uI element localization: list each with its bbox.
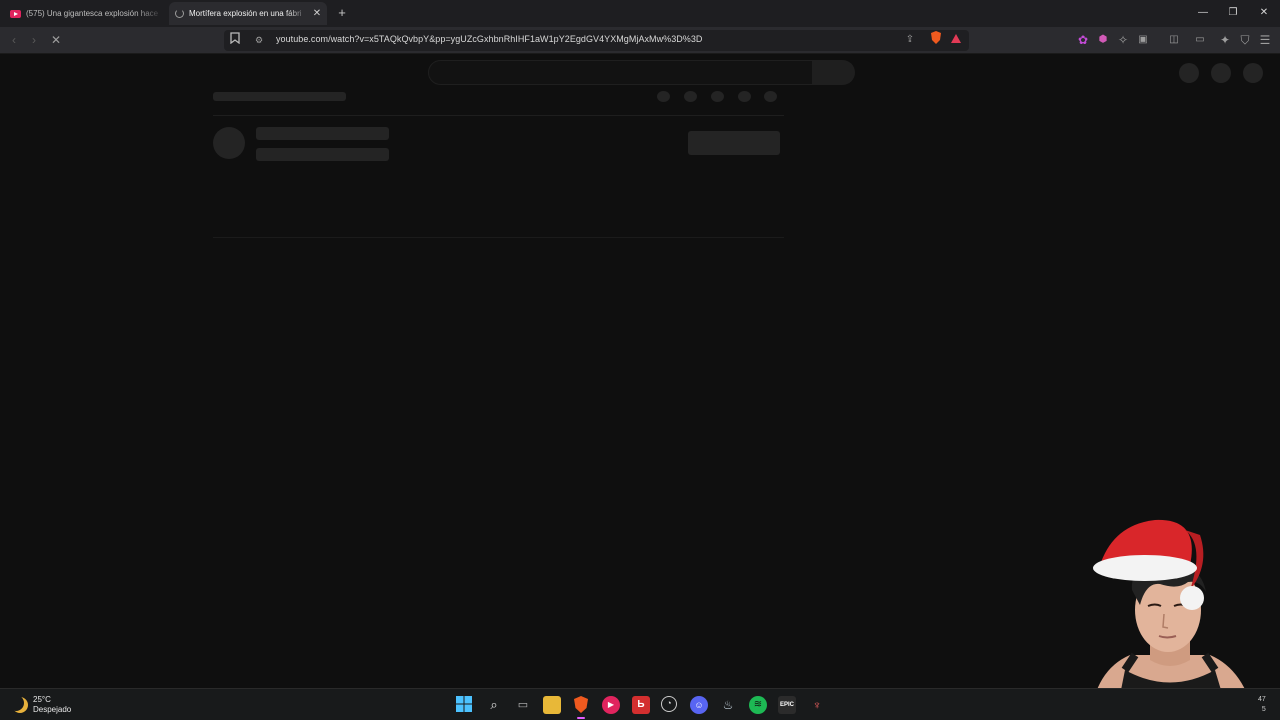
file-explorer-icon[interactable]	[543, 696, 561, 714]
tab-bar: (575) Una gigantesca explosión hace Mort…	[0, 0, 1280, 27]
app-red-icon[interactable]: Ь	[632, 696, 650, 714]
search-icon[interactable]: ⌕	[485, 696, 503, 714]
brave-browser-icon[interactable]	[572, 696, 590, 719]
clock-app-icon[interactable]: ◔	[661, 696, 677, 712]
close-window-button[interactable]: ✕	[1254, 4, 1274, 22]
clock-partial: 47 5	[1258, 696, 1266, 713]
search-placeholder	[428, 60, 813, 85]
downloads-icon[interactable]: ▣	[1134, 31, 1152, 49]
windows-start-icon[interactable]	[455, 696, 473, 714]
forward-icon[interactable]: ›	[25, 31, 43, 49]
brave-rewards-icon[interactable]	[947, 31, 965, 49]
close-tab-icon[interactable]: ✕	[310, 8, 324, 19]
notifications-icon[interactable]: ▭	[1191, 31, 1209, 49]
action-placeholder	[657, 91, 670, 102]
back-icon[interactable]: ‹	[5, 31, 23, 49]
restore-button[interactable]: ❐	[1223, 4, 1243, 22]
steam-icon[interactable]: ♨	[719, 696, 737, 714]
site-info-icon[interactable]: ⚙	[250, 31, 268, 49]
weather-temp: 25°C	[33, 695, 51, 704]
channel-name-placeholder	[256, 127, 389, 140]
moon-icon	[12, 697, 28, 713]
stop-loading-icon[interactable]: ✕	[47, 31, 65, 49]
divider	[213, 115, 784, 116]
loading-spinner-icon	[175, 9, 184, 18]
taskbar: 25°C Despejado ⌕ ▭ ▶ Ь ◔ ☺ ♨ ≋ EPIC ♆ 47…	[0, 688, 1280, 720]
video-title-placeholder	[213, 92, 346, 101]
action-placeholder	[684, 91, 697, 102]
puzzle-icon[interactable]: ✧	[1114, 31, 1132, 49]
share-icon[interactable]: ⇪	[901, 31, 919, 49]
minimize-button[interactable]: —	[1193, 4, 1213, 22]
browser-toolbar: ‹ › ✕ ⚙ youtube.com/watch?v=x5TAQkQvbpY&…	[0, 27, 1280, 54]
youtube-icon	[10, 9, 21, 18]
action-placeholder	[711, 91, 724, 102]
tab-title: (575) Una gigantesca explosión hace	[26, 9, 159, 18]
bookmark-icon[interactable]	[226, 31, 244, 49]
extension-icon[interactable]: ✿	[1074, 31, 1092, 49]
header-icon-placeholder	[1211, 63, 1231, 83]
channel-subs-placeholder	[256, 148, 389, 161]
brave-shields-icon[interactable]	[927, 31, 945, 49]
media-player-icon[interactable]: ▶	[602, 696, 620, 714]
game-app-icon[interactable]: ♆	[808, 696, 826, 714]
task-view-icon[interactable]: ▭	[514, 696, 532, 714]
leo-icon[interactable]: ✦	[1216, 31, 1234, 49]
spotify-icon[interactable]: ≋	[749, 696, 767, 714]
epic-games-icon[interactable]: EPIC	[778, 696, 796, 714]
weather-condition: Despejado	[33, 705, 72, 714]
wallet-icon[interactable]: ⬢	[1094, 31, 1112, 49]
sidebar-icon[interactable]: ◫	[1165, 31, 1183, 49]
tab-youtube[interactable]: (575) Una gigantesca explosión hace	[4, 2, 164, 25]
vpn-icon[interactable]: ⛉	[1236, 31, 1254, 49]
header-icon-placeholder	[1179, 63, 1199, 83]
avatar-placeholder	[1243, 63, 1263, 83]
action-placeholder	[764, 91, 777, 102]
channel-avatar-placeholder	[213, 127, 245, 159]
action-placeholder	[738, 91, 751, 102]
discord-icon[interactable]: ☺	[690, 696, 708, 714]
menu-icon[interactable]: ☰	[1256, 31, 1274, 49]
tab-title: Mortífera explosión en una fábri	[189, 9, 302, 18]
address-bar[interactable]: ⚙ youtube.com/watch?v=x5TAQkQvbpY&pp=ygU…	[224, 30, 969, 51]
divider	[213, 237, 784, 238]
search-button-placeholder	[812, 60, 855, 85]
new-tab-button[interactable]: +	[335, 5, 349, 21]
tab-active[interactable]: Mortífera explosión en una fábri ✕	[169, 2, 327, 25]
subscribe-placeholder	[688, 131, 780, 155]
weather-widget[interactable]: 25°C Despejado	[12, 695, 71, 715]
url-text: youtube.com/watch?v=x5TAQkQvbpY&pp=ygUZc…	[276, 34, 703, 44]
